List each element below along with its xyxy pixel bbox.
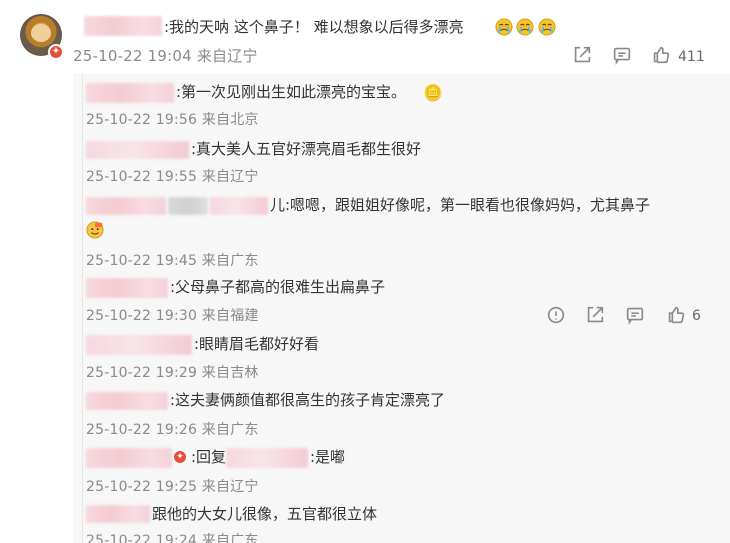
reply-text: 跟他的大女儿很像，五官都很立体 — [152, 505, 378, 523]
reply-text: :父母鼻子都高的很难生出扁鼻子 — [170, 278, 386, 296]
blurred-username — [168, 197, 208, 215]
thumb-up-icon[interactable] — [665, 304, 687, 326]
report-icon[interactable] — [545, 304, 567, 326]
blurred-username — [86, 141, 189, 159]
reply-time: 25-10-22 19:26 来自广东 — [86, 422, 259, 438]
blurred-username — [86, 278, 168, 298]
fortune-cat-icon: 🪙 — [423, 83, 443, 102]
verified-badge-icon: ✦ — [48, 44, 64, 60]
reply-time: 25-10-22 19:29 来自吉林 — [86, 365, 259, 381]
blurred-username — [86, 505, 150, 523]
verified-badge-icon: ✦ — [173, 450, 187, 464]
blurred-username — [86, 335, 192, 355]
main-comment-text: :我的天呐 这个鼻子！ 难以想象以后得多漂亮 — [164, 18, 464, 36]
reply-thread-line — [82, 74, 83, 543]
blurred-username — [84, 16, 162, 36]
crying-face-emoji — [516, 18, 534, 36]
share-icon[interactable] — [571, 44, 593, 66]
comment-icon[interactable] — [624, 304, 646, 326]
reply-time: 25-10-22 19:45 来自广东 — [86, 253, 259, 269]
blurred-username — [86, 392, 168, 410]
main-like-count: 411 — [678, 49, 705, 65]
reply-suffix-text: :是嘟 — [310, 448, 346, 466]
comment-icon[interactable] — [611, 44, 633, 66]
blurred-username — [226, 448, 308, 468]
reply-text: :眼睛眉毛都好好看 — [194, 335, 320, 353]
blurred-username — [86, 448, 172, 468]
comment-thread-screen: { "main_comment": { "text": ":我的天呐 这个鼻子！… — [0, 0, 730, 543]
reply-prefix-text: :回复 — [191, 448, 227, 466]
reply-text: :真大美人五官好漂亮眉毛都生很好 — [191, 140, 422, 158]
praise-face-emoji — [86, 221, 104, 239]
reply-text: 儿:嗯嗯，跟姐姐好像呢，第一眼看也很像妈妈，尤其鼻子 — [270, 196, 651, 214]
reply-time: 25-10-22 19:56 来自北京 — [86, 112, 259, 128]
share-icon[interactable] — [584, 304, 606, 326]
blurred-username — [210, 197, 268, 215]
crying-face-emoji — [538, 18, 556, 36]
reply-time: 25-10-22 19:25 来自辽宁 — [86, 479, 259, 495]
crying-face-emoji — [495, 18, 513, 36]
reply-text: :第一次见刚出生如此漂亮的宝宝。 — [176, 83, 407, 101]
reply-time: 25-10-22 19:30 来自福建 — [86, 308, 259, 324]
reply-like-count: 6 — [692, 308, 701, 324]
thumb-up-icon[interactable] — [650, 44, 672, 66]
blurred-username — [86, 83, 174, 103]
blurred-username — [86, 197, 166, 215]
reply-time: 25-10-22 19:55 来自辽宁 — [86, 169, 259, 185]
reply-text: :这夫妻俩颜值都很高生的孩子肯定漂亮了 — [170, 391, 446, 409]
reply-time: 25-10-22 19:24 来自广东 — [86, 533, 259, 543]
main-comment-time: 25-10-22 19:04 来自辽宁 — [73, 47, 258, 65]
